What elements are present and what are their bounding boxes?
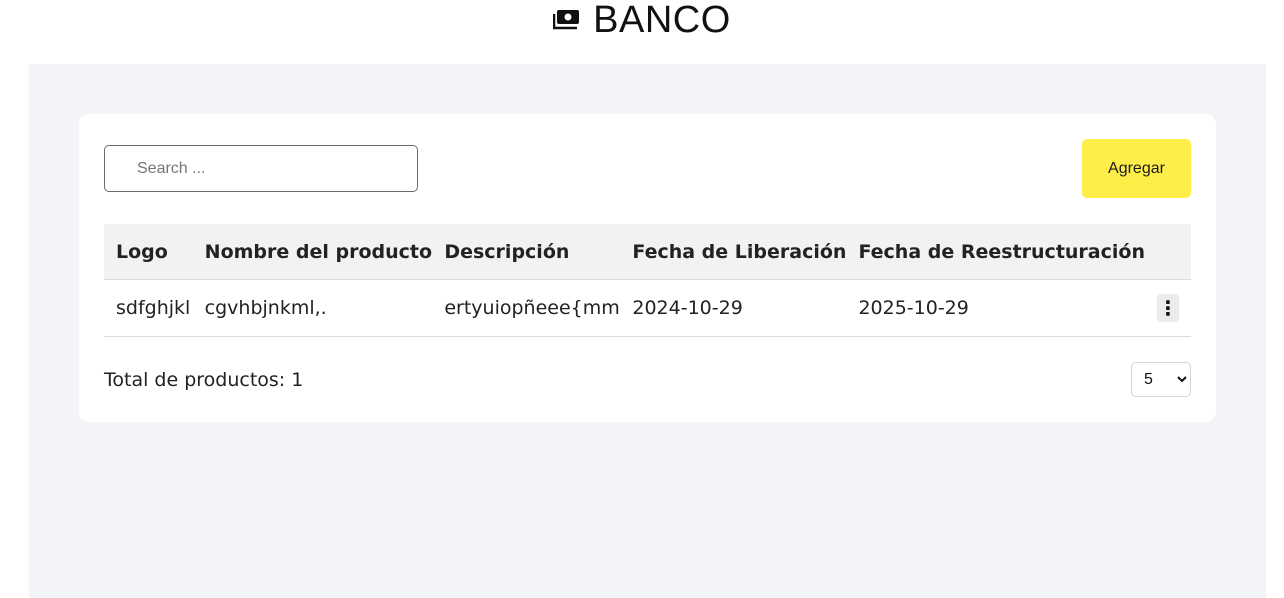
column-header-release-date: Fecha de Liberación	[620, 224, 847, 280]
money-bill-icon	[552, 10, 581, 30]
app-header: BANCO	[0, 0, 1284, 64]
cell-release-date: 2024-10-29	[620, 279, 847, 337]
kebab-menu-icon[interactable]: ⋮	[1157, 294, 1179, 322]
cell-actions: ⋮	[1145, 279, 1191, 337]
products-card: Agregar Logo Nombre del producto Descrip…	[79, 114, 1216, 422]
column-header-actions	[1145, 224, 1191, 280]
cell-name: cgvhbjnkml,.	[192, 279, 433, 337]
column-header-name: Nombre del producto	[192, 224, 433, 280]
page-size-select[interactable]: 5	[1131, 362, 1191, 397]
column-header-description: Descripción	[432, 224, 621, 280]
total-products: Total de productos: 1	[104, 369, 304, 391]
cell-logo: sdfghjkl	[104, 279, 193, 337]
add-button[interactable]: Agregar	[1082, 139, 1191, 198]
cell-description: ertyuiopñeee{mm	[432, 279, 621, 337]
brand: BANCO	[552, 0, 731, 41]
table-header-row: Logo Nombre del producto Descripción Fec…	[104, 224, 1191, 280]
app-title: BANCO	[593, 0, 731, 41]
main-content: Agregar Logo Nombre del producto Descrip…	[29, 64, 1266, 598]
search-input[interactable]	[104, 145, 418, 192]
column-header-restructure-date: Fecha de Reestructuración	[846, 224, 1145, 280]
column-header-logo: Logo	[104, 224, 193, 280]
cell-restructure-date: 2025-10-29	[846, 279, 1145, 337]
products-table: Logo Nombre del producto Descripción Fec…	[104, 224, 1191, 337]
table-row: sdfghjkl cgvhbjnkml,. ertyuiopñeee{mm 20…	[104, 279, 1191, 337]
